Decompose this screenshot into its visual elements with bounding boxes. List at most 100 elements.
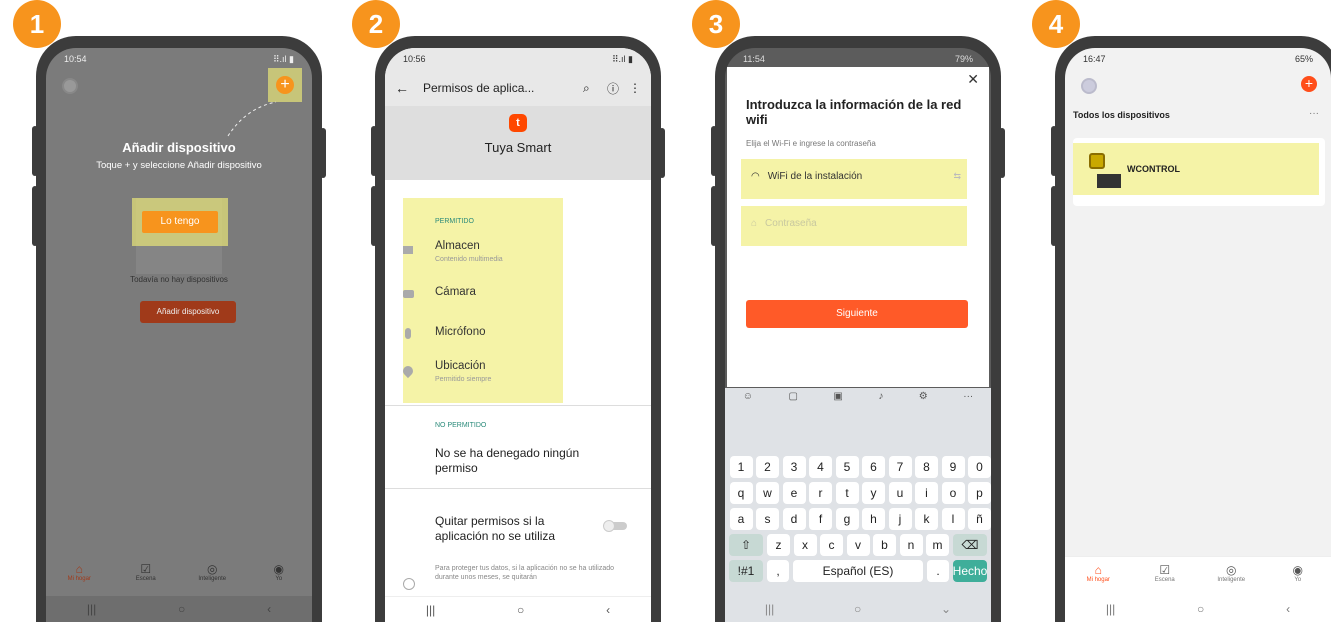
lo-tengo-button[interactable]: Lo tengo: [142, 211, 218, 233]
add-plus-icon[interactable]: +: [276, 76, 294, 94]
step-badge-1: 1: [13, 0, 61, 48]
nav-home-icon[interactable]: ○: [178, 602, 185, 616]
key[interactable]: b: [873, 534, 896, 556]
close-icon[interactable]: ✕: [967, 71, 979, 88]
mic-icon[interactable]: ♪: [878, 391, 883, 413]
tab-inteligente[interactable]: ◎ Inteligente: [1206, 563, 1256, 583]
key[interactable]: Español (ES): [793, 560, 923, 582]
switch-network-icon[interactable]: ⇆: [953, 171, 961, 182]
help-icon[interactable]: ⓘ: [607, 80, 629, 97]
permission-row[interactable]: Cámara: [385, 284, 651, 324]
key[interactable]: ñ: [968, 508, 991, 530]
key[interactable]: 4: [809, 456, 832, 478]
key[interactable]: 5: [835, 456, 859, 478]
key[interactable]: n: [899, 534, 923, 556]
permission-row[interactable]: Almacen Contenido multimedia: [385, 238, 651, 284]
next-button[interactable]: Siguiente: [746, 300, 968, 328]
permission-row[interactable]: Micrófono: [385, 324, 651, 360]
key[interactable]: v: [846, 534, 870, 556]
search-icon[interactable]: ⌕: [583, 81, 607, 96]
key[interactable]: m: [926, 534, 949, 556]
nav-recents-icon[interactable]: |||: [87, 602, 96, 616]
tab-inteligente[interactable]: ◎ Inteligente: [187, 562, 237, 582]
more-icon[interactable]: ···: [963, 391, 973, 413]
key[interactable]: l: [941, 508, 965, 530]
denied-text: No se ha denegado ningún permiso: [435, 446, 580, 475]
key[interactable]: y: [862, 482, 885, 504]
key[interactable]: ,: [767, 560, 789, 582]
status-time: 16:47: [1083, 54, 1106, 64]
tab-yo[interactable]: ◉ Yo: [254, 562, 304, 582]
denied-header: NO PERMITIDO: [435, 422, 487, 429]
key[interactable]: o: [941, 482, 965, 504]
key[interactable]: h: [862, 508, 885, 530]
home-avatar-icon[interactable]: [1081, 78, 1097, 94]
key[interactable]: c: [820, 534, 843, 556]
nav-back-icon[interactable]: ‹: [606, 603, 610, 617]
tab-mi-hogar[interactable]: ⌂ Mi hogar: [1073, 563, 1123, 583]
key[interactable]: j: [888, 508, 912, 530]
permission-row[interactable]: Ubicación Permitido siempre: [385, 360, 651, 400]
nav-home-icon[interactable]: ○: [517, 603, 524, 617]
wifi-field[interactable]: ◠ WiFi de la instalación ⇆: [751, 171, 961, 182]
tab-escena[interactable]: ☑ Escena: [121, 562, 171, 582]
key[interactable]: u: [888, 482, 912, 504]
key[interactable]: r: [809, 482, 832, 504]
key[interactable]: s: [756, 508, 779, 530]
key[interactable]: g: [835, 508, 859, 530]
key[interactable]: Hecho: [953, 560, 987, 582]
emoji-icon[interactable]: ☺: [743, 391, 753, 413]
key[interactable]: i: [915, 482, 938, 504]
settings-icon[interactable]: ⚙: [919, 391, 928, 413]
add-plus-icon[interactable]: +: [1301, 76, 1317, 92]
nav-recents-icon[interactable]: |||: [426, 603, 435, 617]
key[interactable]: .: [927, 560, 949, 582]
home-avatar-icon[interactable]: [62, 78, 78, 94]
key[interactable]: x: [793, 534, 817, 556]
key[interactable]: e: [782, 482, 806, 504]
key[interactable]: a: [729, 508, 753, 530]
keyboard-toolbar: ☺ ▢ ▣ ♪ ⚙ ···: [725, 391, 991, 413]
step-badge-2: 2: [352, 0, 400, 48]
key[interactable]: t: [835, 482, 859, 504]
tab-escena[interactable]: ☑ Escena: [1140, 563, 1190, 583]
nav-home-icon[interactable]: ○: [854, 602, 861, 616]
status-time: 10:54: [64, 54, 87, 64]
key[interactable]: 3: [782, 456, 806, 478]
key[interactable]: q: [729, 482, 753, 504]
key[interactable]: 6: [862, 456, 885, 478]
screen-1: 10:54 ⠿.ıl ▮ + Añadir dispositivo Toque +…: [46, 48, 312, 622]
nav-back-icon[interactable]: ‹: [1286, 602, 1290, 616]
back-arrow-icon[interactable]: ←: [395, 80, 423, 96]
nav-recents-icon[interactable]: |||: [1106, 602, 1115, 616]
more-menu-icon[interactable]: ⋮: [629, 81, 641, 95]
password-field[interactable]: ⌂ Contraseña: [751, 218, 961, 229]
nav-recents-icon[interactable]: |||: [765, 602, 774, 616]
key[interactable]: d: [782, 508, 806, 530]
tab-mi-hogar[interactable]: ⌂ Mi hogar: [54, 562, 104, 582]
key[interactable]: z: [767, 534, 790, 556]
clipboard-icon[interactable]: ▢: [788, 391, 797, 413]
key[interactable]: k: [915, 508, 938, 530]
key[interactable]: 9: [941, 456, 965, 478]
key[interactable]: w: [756, 482, 779, 504]
tab-yo[interactable]: ◉ Yo: [1273, 563, 1323, 583]
key[interactable]: 7: [888, 456, 912, 478]
remove-permissions-label: Quitar permisos si la aplicación no se u…: [435, 514, 556, 543]
key[interactable]: !#1: [729, 560, 763, 582]
nav-down-icon[interactable]: ⌄: [941, 602, 951, 616]
key[interactable]: 8: [915, 456, 938, 478]
remove-permissions-toggle[interactable]: [603, 520, 627, 532]
add-device-button[interactable]: Añadir dispositivo: [140, 301, 236, 323]
key[interactable]: p: [968, 482, 991, 504]
nav-back-icon[interactable]: ‹: [267, 602, 271, 616]
shift-key-icon[interactable]: ⇧: [729, 534, 763, 556]
key[interactable]: f: [809, 508, 832, 530]
key[interactable]: 1: [729, 456, 753, 478]
more-options-icon[interactable]: ···: [1309, 108, 1319, 119]
nav-home-icon[interactable]: ○: [1197, 602, 1204, 616]
key[interactable]: 2: [756, 456, 779, 478]
sticker-icon[interactable]: ▣: [833, 391, 842, 413]
key[interactable]: 0: [968, 456, 991, 478]
backspace-key-icon[interactable]: ⌫: [953, 534, 987, 556]
